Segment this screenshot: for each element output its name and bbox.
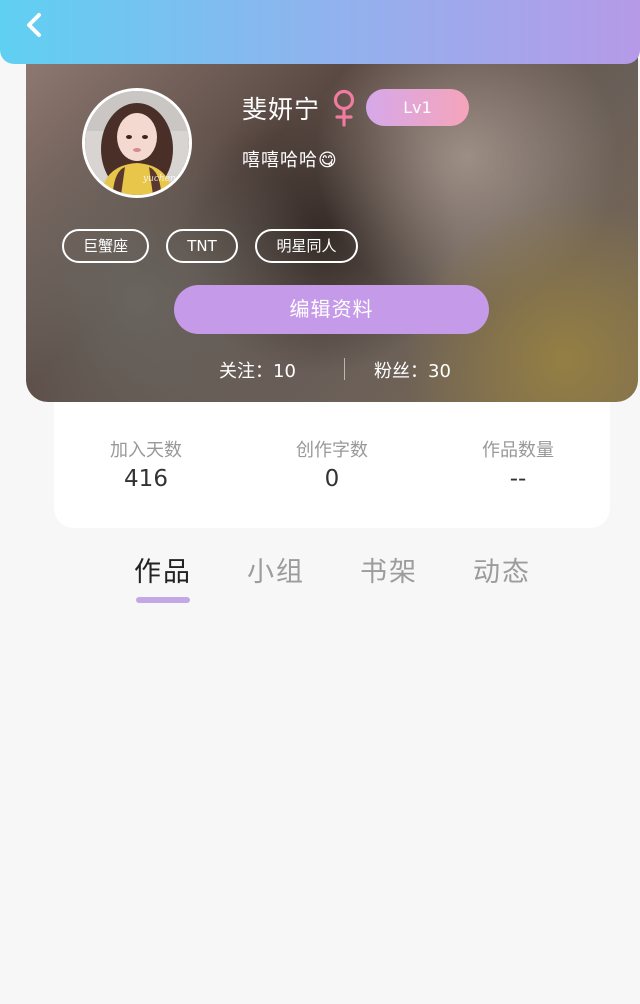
edit-profile-button[interactable]: 编辑资料 [174, 285, 489, 334]
tab-activity[interactable]: 动态 [462, 550, 542, 589]
back-arrow-icon[interactable] [18, 8, 52, 42]
user-name: 斐妍宁 [242, 95, 321, 124]
avatar-image: yuchen [85, 91, 189, 195]
stat-value: 416 [124, 466, 168, 492]
tag-zodiac[interactable]: 巨蟹座 [62, 229, 149, 263]
stat-works-count: 作品数量 -- [438, 436, 598, 492]
tag-tnt[interactable]: TNT [166, 229, 238, 263]
tab-bookshelf[interactable]: 书架 [349, 550, 429, 589]
tab-works[interactable]: 作品 [123, 550, 203, 589]
svg-text:yuchen: yuchen [142, 174, 176, 184]
profile-header: yuchen 斐妍宁 Lv1 嘻嘻哈哈😋 巨蟹座 TNT 明星同人 编辑资料 关… [26, 52, 638, 402]
stat-join-days: 加入天数 416 [66, 436, 226, 492]
following-count[interactable]: 关注：10 [219, 357, 296, 383]
active-tab-indicator [136, 597, 190, 603]
stat-label: 作品数量 [482, 440, 554, 461]
stat-label: 加入天数 [110, 440, 182, 461]
female-icon [333, 89, 355, 127]
avatar[interactable]: yuchen [82, 88, 192, 198]
stat-word-count: 创作字数 0 [252, 436, 412, 492]
followers-count[interactable]: 粉丝：30 [374, 357, 451, 383]
top-bar [0, 0, 640, 64]
stat-label: 创作字数 [296, 440, 368, 461]
level-badge: Lv1 [366, 89, 469, 126]
stat-value: 0 [324, 466, 340, 492]
stat-divider [344, 358, 345, 380]
stat-value: -- [509, 466, 527, 492]
tag-fandom[interactable]: 明星同人 [255, 229, 358, 263]
tab-groups[interactable]: 小组 [236, 550, 316, 589]
user-bio: 嘻嘻哈哈😋 [242, 150, 338, 171]
